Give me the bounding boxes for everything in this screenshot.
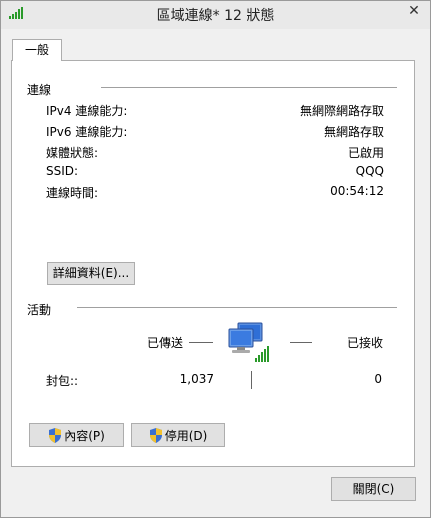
uac-shield-icon [49, 427, 62, 443]
duration-value: 00:54:12 [330, 184, 384, 198]
connection-divider [101, 87, 397, 88]
properties-button-label: 內容(P) [64, 428, 105, 443]
ssid-label: SSID: [46, 164, 79, 178]
network-computers-icon [228, 322, 269, 362]
close-window-button[interactable]: ✕ [399, 1, 429, 21]
ipv4-value: 無網際網路存取 [299, 104, 384, 118]
title-bar: 區域連線* 12 狀態 ✕ [1, 1, 430, 29]
details-button[interactable]: 詳細資料(E)... [47, 262, 135, 285]
disable-button-label: 停用(D) [164, 428, 208, 443]
uac-shield-icon [149, 427, 162, 443]
media-status-label: 媒體狀態: [46, 146, 99, 160]
sent-line [189, 342, 213, 343]
properties-button[interactable]: 內容(P) [29, 423, 124, 447]
close-button[interactable]: 關閉(C) [331, 477, 416, 501]
sent-label: 已傳送 [147, 336, 184, 350]
duration-label: 連線時間: [46, 186, 99, 200]
packets-label: 封包:: [46, 374, 79, 388]
media-status-value: 已啟用 [347, 146, 384, 160]
connection-group-title: 連線 [27, 83, 52, 97]
ssid-value: QQQ [355, 164, 384, 178]
ipv6-value: 無網路存取 [323, 125, 384, 139]
activity-center-divider [251, 371, 252, 389]
activity-divider [77, 307, 397, 308]
ipv4-label: IPv4 連線能力: [46, 104, 128, 118]
window-title: 區域連線* 12 狀態 [156, 8, 275, 24]
packets-sent-value: 1,037 [179, 372, 214, 386]
ipv6-label: IPv6 連線能力: [46, 125, 128, 139]
packets-received-value: 0 [374, 372, 382, 386]
tab-general[interactable]: 一般 [12, 39, 62, 61]
close-icon: ✕ [408, 3, 420, 19]
disable-button[interactable]: 停用(D) [131, 423, 225, 447]
activity-group-title: 活動 [27, 303, 52, 317]
status-dialog: 區域連線* 12 狀態 ✕ 一般 連線 IPv4 連線能力: 無網際網路存取 I… [0, 0, 431, 518]
received-line [290, 342, 312, 343]
received-label: 已接收 [347, 336, 384, 350]
